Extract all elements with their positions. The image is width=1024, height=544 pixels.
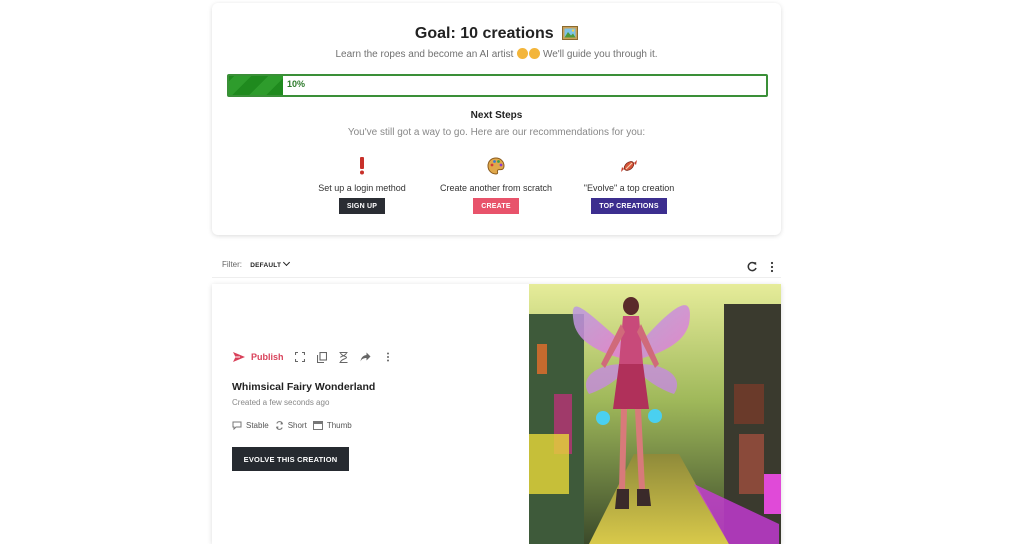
exclamation-icon [287,156,437,176]
cycle-icon [275,421,283,430]
tag-short: Short [275,421,307,430]
candy-icon [554,156,704,176]
chevron-down-icon [283,258,291,267]
creation-tags: Stable Short Thumb [232,421,358,430]
share-icon[interactable] [360,351,372,363]
goal-progress-bar: 10% [227,74,768,97]
progress-fill [229,76,283,95]
goal-subtitle: Learn the ropes and become an AI artist … [335,48,658,60]
creation-actions: Publish [233,351,394,363]
divider [212,277,781,278]
framed-picture-icon [562,26,579,45]
tag-thumb: Thumb [312,421,352,430]
next-steps-title: Next Steps [470,110,523,121]
top-creations-button[interactable]: TOP CREATIONS [591,198,667,214]
send-icon [233,352,245,362]
creation-title: Whimsical Fairy Wonderland [232,381,376,393]
palette-icon [421,156,571,176]
step-sign-up: Set up a login method SIGN UP [287,156,437,214]
refresh-icon[interactable] [746,260,758,272]
goal-title: Goal: 10 creations [212,25,781,45]
filter-bar: Filter: DEFAULT [222,258,291,269]
student-emoji-icon [517,48,529,59]
publish-button[interactable]: Publish [233,352,284,362]
step-create: Create another from scratch CREATE [421,156,571,214]
goal-card: Goal: 10 creations Learn the ropes and b… [212,3,781,235]
sign-up-button[interactable]: SIGN UP [338,198,386,214]
creation-card: Publish Whimsical Fairy Wonderland Creat… [212,284,781,544]
filter-dropdown[interactable]: DEFAULT [250,258,291,269]
evolve-creation-button[interactable]: EVOLVE THIS CREATION [232,447,349,471]
next-steps-subtitle: You've still got a way to go. Here are o… [347,127,646,138]
more-actions-icon[interactable] [382,351,394,363]
hourglass-icon[interactable] [338,351,350,363]
filter-label: Filter: [222,260,242,269]
fullscreen-icon[interactable] [294,351,306,363]
creation-timestamp: Created a few seconds ago [232,398,330,407]
creation-artwork[interactable] [529,284,781,544]
copy-icon[interactable] [316,351,328,363]
artist-emoji-icon [529,48,541,59]
tag-stable: Stable [232,421,269,430]
more-options-icon[interactable] [766,260,778,273]
progress-label: 10% [287,79,306,89]
create-button[interactable]: CREATE [473,198,519,214]
image-icon [312,421,323,430]
step-top-creations: "Evolve" a top creation TOP CREATIONS [554,156,704,214]
speech-bubble-icon [232,421,242,430]
